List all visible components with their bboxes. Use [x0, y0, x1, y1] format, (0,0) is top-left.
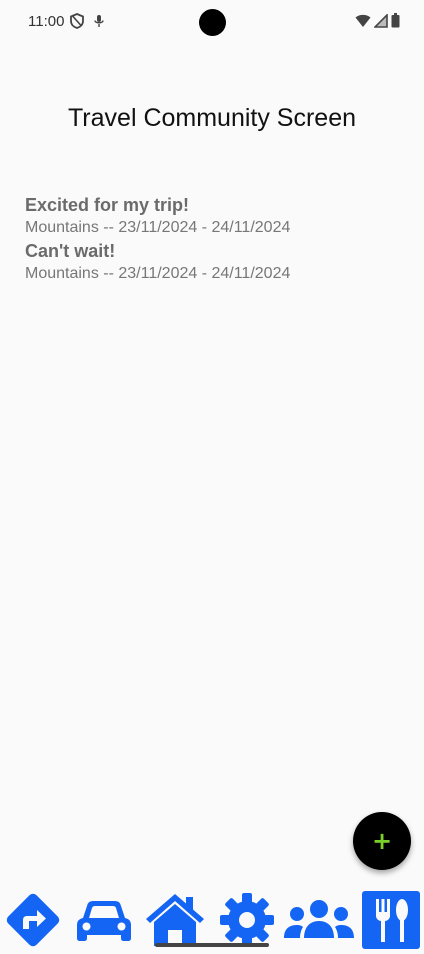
community-icon [282, 894, 356, 951]
page-title: Travel Community Screen [67, 104, 357, 132]
home-indicator[interactable] [155, 943, 269, 947]
post-meta: Mountains -- 23/11/2024 - 24/11/2024 [25, 265, 291, 282]
nav-item-community[interactable] [282, 890, 356, 954]
nav-item-directions[interactable] [0, 890, 66, 954]
restaurant-icon [361, 890, 421, 954]
car-icon [74, 892, 134, 953]
add-post-button[interactable]: + [353, 812, 411, 870]
add-icon: + [371, 827, 393, 855]
battery-icon [391, 13, 400, 33]
status-right-icons [355, 12, 400, 33]
status-left-icons [70, 13, 104, 34]
status-bar: 11:00 [0, 0, 424, 44]
post-title: Excited for my trip! [25, 195, 190, 215]
list-item[interactable]: Can't wait! Mountains -- 23/11/2024 - 24… [25, 240, 404, 286]
camera-cutout [199, 9, 226, 36]
mic-icon [94, 14, 104, 33]
status-time: 11:00 [28, 13, 65, 30]
post-title: Can't wait! [25, 241, 116, 261]
signal-icon [373, 12, 388, 33]
travel-community-screen: 11:00 Travel Community Screen Excited fo… [0, 0, 424, 954]
nav-item-car[interactable] [72, 890, 136, 954]
shield-icon [70, 13, 84, 34]
nav-item-restaurant[interactable] [360, 890, 422, 954]
directions-icon [2, 889, 64, 954]
post-meta: Mountains -- 23/11/2024 - 24/11/2024 [25, 219, 291, 236]
wifi-icon [355, 14, 371, 33]
post-list: Excited for my trip! Mountains -- 23/11/… [25, 194, 404, 286]
list-item[interactable]: Excited for my trip! Mountains -- 23/11/… [25, 194, 404, 240]
